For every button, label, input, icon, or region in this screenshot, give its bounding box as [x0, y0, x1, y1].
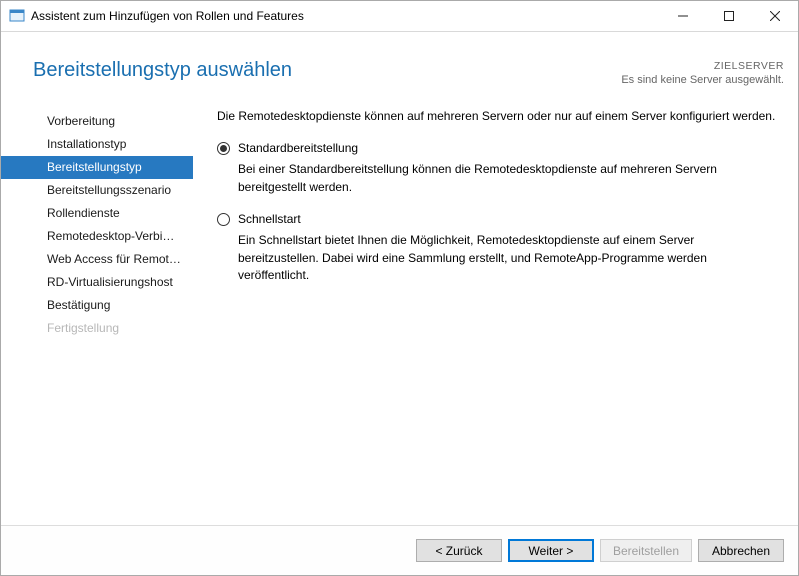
- nav-item-completion: Fertigstellung: [1, 317, 193, 340]
- nav-item-rd-virtualization-host[interactable]: RD-Virtualisierungshost: [1, 271, 193, 294]
- option-quickstart-desc: Ein Schnellstart bietet Ihnen die Möglic…: [238, 232, 776, 284]
- window-controls: [660, 1, 798, 31]
- target-server-info: ZIELSERVER Es sind keine Server ausgewäh…: [621, 59, 784, 88]
- minimize-button[interactable]: [660, 1, 706, 31]
- page-header: Bereitstellungstyp auswählen ZIELSERVER …: [1, 33, 798, 88]
- target-server-status: Es sind keine Server ausgewählt.: [621, 73, 784, 88]
- window-icon: [9, 8, 25, 24]
- nav-item-rd-connection[interactable]: Remotedesktop-Verbindu...: [1, 225, 193, 248]
- option-quickstart: Schnellstart Ein Schnellstart bietet Ihn…: [217, 212, 776, 284]
- maximize-button[interactable]: [706, 1, 752, 31]
- option-standard-desc: Bei einer Standardbereitstellung können …: [238, 161, 776, 196]
- deploy-button: Bereitstellen: [600, 539, 692, 562]
- nav-item-confirmation[interactable]: Bestätigung: [1, 294, 193, 317]
- nav-item-role-services[interactable]: Rollendienste: [1, 202, 193, 225]
- nav-item-deployment-scenario[interactable]: Bereitstellungsszenario: [1, 179, 193, 202]
- radio-icon[interactable]: [217, 142, 230, 155]
- option-standard-row[interactable]: Standardbereitstellung: [217, 141, 776, 155]
- option-quickstart-row[interactable]: Schnellstart: [217, 212, 776, 226]
- page-title: Bereitstellungstyp auswählen: [33, 59, 621, 82]
- nav-item-install-type[interactable]: Installationstyp: [1, 133, 193, 156]
- nav-item-rd-web-access[interactable]: Web Access für Remoted...: [1, 248, 193, 271]
- nav-item-deployment-type[interactable]: Bereitstellungstyp: [1, 156, 193, 179]
- close-button[interactable]: [752, 1, 798, 31]
- wizard-nav: Vorbereitung Installationstyp Bereitstel…: [1, 102, 193, 525]
- titlebar: Assistent zum Hinzufügen von Rollen und …: [1, 1, 798, 32]
- option-standard-label: Standardbereitstellung: [238, 141, 358, 155]
- wizard-footer: < Zurück Weiter > Bereitstellen Abbreche…: [1, 525, 798, 575]
- main-content: Die Remotedesktopdienste können auf mehr…: [193, 102, 798, 525]
- intro-text: Die Remotedesktopdienste können auf mehr…: [217, 108, 776, 125]
- option-quickstart-label: Schnellstart: [238, 212, 301, 226]
- option-standard: Standardbereitstellung Bei einer Standar…: [217, 141, 776, 196]
- target-server-label: ZIELSERVER: [621, 59, 784, 73]
- window-title: Assistent zum Hinzufügen von Rollen und …: [31, 9, 660, 23]
- cancel-button[interactable]: Abbrechen: [698, 539, 784, 562]
- radio-icon[interactable]: [217, 213, 230, 226]
- back-button[interactable]: < Zurück: [416, 539, 502, 562]
- nav-item-preparation[interactable]: Vorbereitung: [1, 110, 193, 133]
- next-button[interactable]: Weiter >: [508, 539, 594, 562]
